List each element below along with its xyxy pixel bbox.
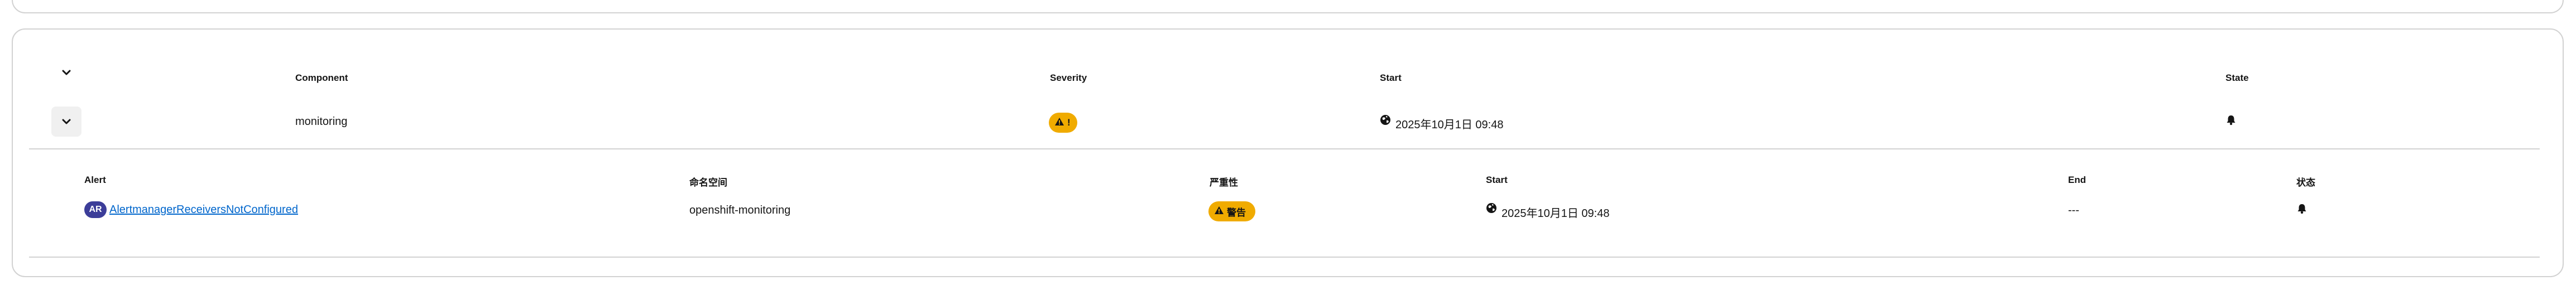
expand-all-chevron-down-icon[interactable]: [61, 67, 71, 78]
alerts-column-header-start[interactable]: Start: [1486, 175, 1508, 186]
chevron-down-icon: [61, 117, 71, 127]
alerts-column-header-namespace[interactable]: 命名空间: [689, 175, 727, 188]
namespace-cell: openshift-monitoring: [689, 204, 791, 216]
warning-triangle-icon: [1214, 206, 1224, 218]
alert-severity-badge: 警告: [1208, 201, 1255, 221]
alerts-column-header-alert[interactable]: Alert: [84, 175, 106, 186]
column-header-state[interactable]: State: [2225, 72, 2249, 84]
severity-badge-text: !: [1067, 117, 1071, 128]
globe-icon: [1380, 114, 1391, 125]
alert-start-time-cell: 2025年10月1日 09:48: [1502, 207, 1610, 220]
row-toggle-button[interactable]: [51, 107, 81, 137]
alert-rule-badge: AR: [84, 201, 107, 218]
previous-card: [12, 0, 2564, 13]
bell-icon: [2225, 114, 2237, 125]
warning-triangle-icon: [1054, 117, 1064, 129]
alerts-column-header-severity[interactable]: 严重性: [1210, 175, 1238, 188]
alert-end-time-cell: ---: [2068, 204, 2079, 216]
start-time-cell: 2025年10月1日 09:48: [1395, 119, 1504, 131]
alerts-column-header-state[interactable]: 状态: [2296, 175, 2315, 188]
row-divider: [29, 148, 2540, 149]
column-header-severity[interactable]: Severity: [1050, 72, 1087, 84]
table-bottom-divider: [29, 257, 2540, 258]
severity-badge: !: [1049, 113, 1077, 133]
column-header-start[interactable]: Start: [1380, 72, 1402, 84]
alert-severity-text: 警告: [1227, 207, 1246, 218]
globe-icon: [1486, 202, 1497, 214]
bell-icon: [2296, 203, 2308, 214]
alerts-column-header-end[interactable]: End: [2068, 175, 2086, 186]
column-header-component[interactable]: Component: [295, 72, 348, 84]
component-cell: monitoring: [295, 115, 348, 128]
alert-name-link[interactable]: AlertmanagerReceiversNotConfigured: [109, 204, 298, 216]
alerts-group-card: [12, 28, 2564, 277]
